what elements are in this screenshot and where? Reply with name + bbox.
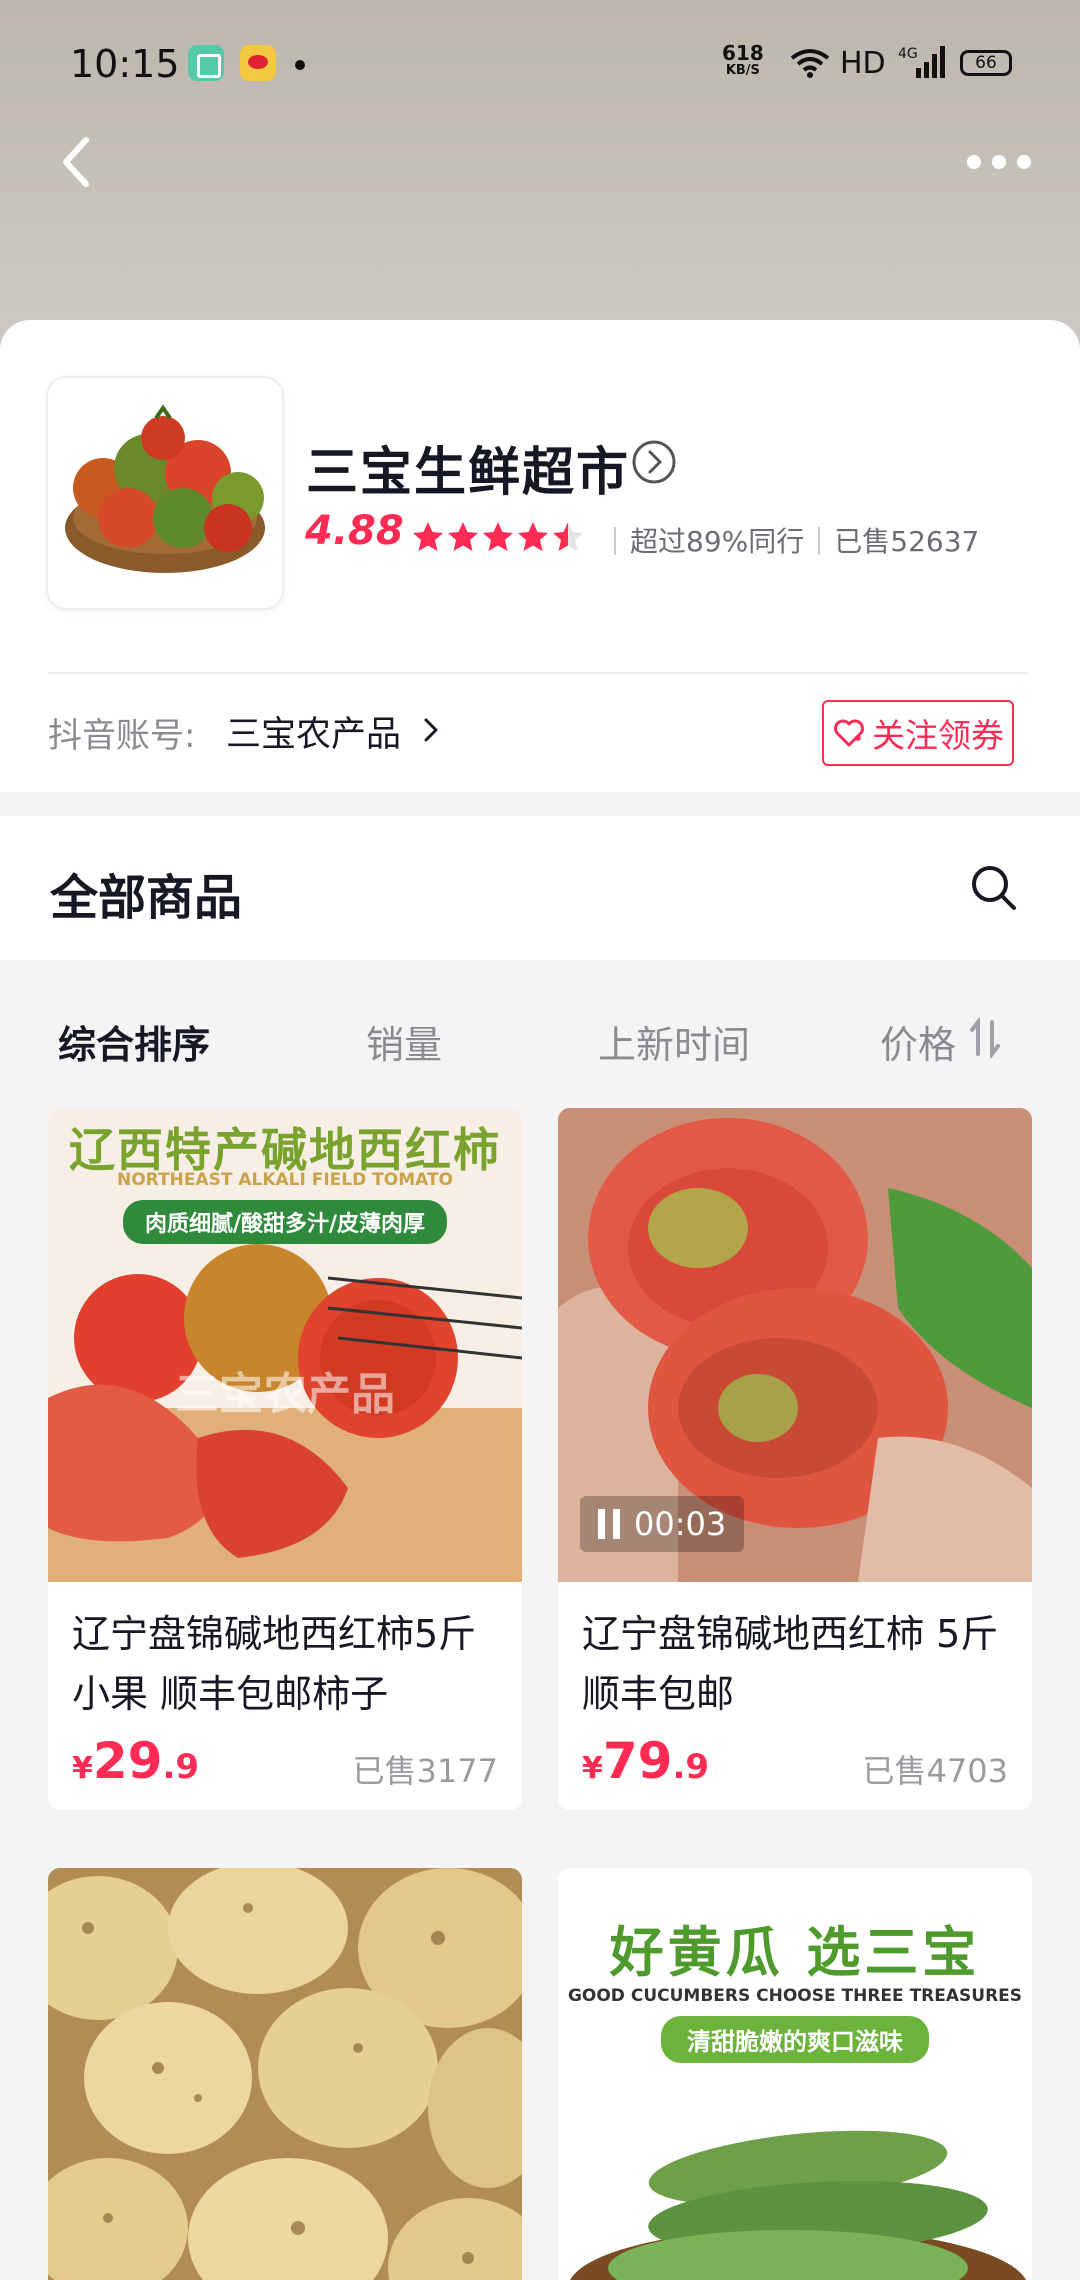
product-image[interactable]: 好黄瓜 选三宝 GOOD CUCUMBERS CHOOSE THREE TREA… [558,1868,1032,2280]
heart-icon [834,719,864,747]
status-time: 10:15 [70,42,180,86]
shop-arrow-icon[interactable] [630,438,678,486]
chevron-right-icon[interactable] [420,714,444,746]
more-icon[interactable] [964,150,1034,174]
product-price: ¥29.9 [72,1732,200,1790]
image-watermark: 三宝农产品 [175,1369,395,1420]
video-duration-badge[interactable]: 00:03 [580,1496,745,1552]
shop-sold: 已售52637 [834,525,980,558]
product-price-row: ¥79.9 已售4703 [558,1724,1032,1810]
image-watermark: 三宝农产品 [558,2268,1032,2280]
account-name[interactable]: 三宝农产品 [226,706,401,757]
sort-tab-price[interactable]: 价格 [880,1014,956,1069]
product-card[interactable]: 好黄瓜 选三宝 GOOD CUCUMBERS CHOOSE THREE TREA… [558,1868,1032,2280]
shop-meta: 超过89%同行 已售52637 [600,520,979,560]
cucumber-image [570,2130,1026,2280]
product-image[interactable]: 辽西特产碱地西红柿 NORTHEAST ALKALI FIELD TOMATO … [48,1108,522,1582]
sort-tab-sales[interactable]: 销量 [366,1014,442,1069]
notification-dot-icon [295,60,305,70]
product-sold: 已售4703 [862,1752,1008,1790]
search-icon[interactable] [968,862,1020,914]
wifi-icon [790,49,830,78]
sort-tab-new[interactable]: 上新时间 [598,1014,750,1069]
battery-icon: 66 [960,50,1012,76]
potato-image [48,1868,522,2280]
product-card[interactable]: 辽西特产碱地西红柿 NORTHEAST ALKALI FIELD TOMATO … [48,1108,522,1810]
shop-name[interactable]: 三宝生鲜超市 [306,430,630,505]
tomato-image [48,1244,522,1582]
product-title[interactable]: 辽宁盘锦碱地西红柿 5斤 顺丰包邮 [558,1582,1032,1724]
network-speed: 618 KB/S [722,41,764,78]
shop-compare: 超过89%同行 [630,525,805,558]
video-time: 00:03 [634,1505,727,1543]
product-price: ¥79.9 [582,1732,710,1790]
follow-label: 关注领券 [872,716,1004,755]
star-icon [483,522,513,551]
account-label: 抖音账号: [48,716,196,756]
sort-tab-comprehensive[interactable]: 综合排序 [58,1014,210,1069]
goods-title: 全部商品 [50,870,243,926]
back-icon[interactable] [52,130,102,190]
notification-app-icon [188,45,224,81]
product-price-row: ¥29.9 已售3177 [48,1724,522,1810]
hd-indicator: HD [840,46,886,81]
product-card[interactable]: 00:03 辽宁盘锦碱地西红柿 5斤 顺丰包邮 ¥79.9 已售4703 [558,1108,1032,1810]
star-icon [413,522,443,551]
product-title[interactable]: 辽宁盘锦碱地西红柿5斤 小果 顺丰包邮柿子 [48,1582,522,1724]
status-bar: 10:15 618 KB/S HD 4G 66 [0,0,1080,130]
follow-coupon-button[interactable]: 关注领券 [822,700,1014,766]
pause-icon [598,1509,620,1539]
half-star-icon [553,522,583,551]
signal-icon: 4G [898,46,945,78]
rating-stars [413,522,583,551]
star-icon [518,522,548,551]
weibo-icon [240,45,276,81]
svg-text:4G: 4G [898,46,918,62]
product-image[interactable] [48,1868,522,2280]
product-card[interactable] [48,1868,522,2280]
product-sold: 已售3177 [352,1752,498,1790]
product-video[interactable]: 00:03 [558,1108,1032,1582]
star-icon [448,522,478,551]
divider [48,672,1028,674]
sort-arrows-icon[interactable] [968,1018,1002,1058]
shop-score: 4.88 [305,508,404,554]
tomato-basket-image [65,404,265,573]
shop-logo[interactable] [48,378,282,608]
